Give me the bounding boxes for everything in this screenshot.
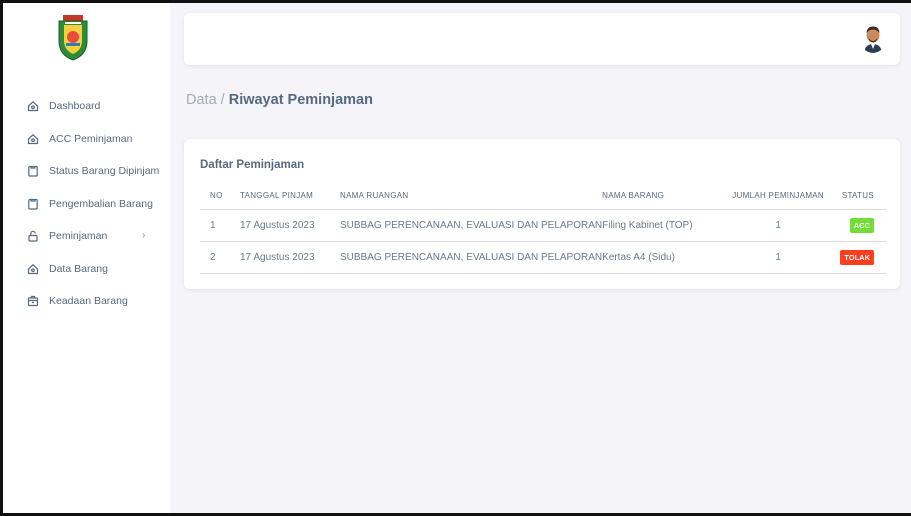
cell-nama-ruangan: SUBBAG PERENCANAAN, EVALUASI DAN PELAPOR…: [340, 241, 603, 274]
cell-tanggal-pinjam: 17 Agustus 2023: [240, 209, 340, 242]
cell-jumlah-peminjaman: 1: [719, 209, 838, 242]
cell-jumlah-peminjaman: 1: [719, 241, 838, 274]
sidebar-item-label: Keadaan Barang: [49, 295, 128, 308]
clipboard-icon: [27, 198, 39, 210]
sidebar-item-pengembalian-barang[interactable]: Pengembalian Barang: [3, 188, 170, 221]
column-header-jumlah-peminjaman: JUMLAH PEMINJAMAN: [719, 183, 838, 210]
cell-nama-barang: Filing Kabinet (TOP): [602, 209, 720, 242]
top-navbar: [184, 13, 900, 65]
loan-history-table: NO TANGGAL PINJAM NAMA RUANGAN NAMA BARA…: [200, 183, 886, 274]
clipboard-icon: [27, 165, 39, 177]
home-icon: [27, 133, 39, 145]
regency-crest-logo[interactable]: [56, 15, 90, 61]
breadcrumb: Data / Riwayat Peminjaman: [186, 92, 373, 108]
main-content: Data / Riwayat Peminjaman Daftar Peminja…: [170, 3, 911, 513]
cell-no: 2: [200, 241, 240, 274]
cell-nama-barang: Kertas A4 (Sidu): [602, 241, 720, 274]
sidebar-menu: Dashboard ACC Peminjaman Status Barang D…: [3, 90, 170, 318]
cell-nama-ruangan: SUBBAG PERENCANAAN, EVALUASI DAN PELAPOR…: [340, 209, 603, 242]
box-icon: [27, 295, 39, 307]
chevron-right-icon: ›: [142, 230, 146, 241]
sidebar-item-dashboard[interactable]: Dashboard: [3, 90, 170, 123]
cell-status: ACC: [837, 209, 886, 242]
home-icon: [27, 100, 39, 112]
cell-status: TOLAK: [837, 241, 886, 274]
cell-tanggal-pinjam: 17 Agustus 2023: [240, 241, 340, 274]
sidebar-item-label: Peminjaman: [49, 230, 108, 243]
column-header-no: NO: [200, 183, 240, 210]
sidebar-item-keadaan-barang[interactable]: Keadaan Barang: [3, 285, 170, 318]
sidebar-item-data-barang[interactable]: Data Barang: [3, 253, 170, 286]
sidebar-item-status-barang-dipinjam[interactable]: Status Barang Dipinjam: [3, 155, 170, 188]
card-title: Daftar Peminjaman: [200, 159, 305, 171]
status-badge: TOLAK: [840, 249, 874, 265]
table-row: 2 17 Agustus 2023 SUBBAG PERENCANAAN, EV…: [200, 241, 886, 274]
sidebar-item-label: Status Barang Dipinjam: [49, 165, 160, 178]
home-icon: [27, 263, 39, 275]
sidebar: Dashboard ACC Peminjaman Status Barang D…: [3, 3, 170, 513]
loan-history-card: Daftar Peminjaman NO TANGGAL PINJAM NAMA…: [184, 139, 900, 289]
column-header-status: STATUS: [837, 183, 886, 210]
column-header-nama-barang: NAMA BARANG: [602, 183, 720, 210]
breadcrumb-parent[interactable]: Data /: [186, 92, 229, 108]
column-header-tanggal-pinjam: TANGGAL PINJAM: [240, 183, 340, 210]
column-header-nama-ruangan: NAMA RUANGAN: [340, 183, 603, 210]
sidebar-item-label: ACC Peminjaman: [49, 132, 133, 145]
table-header-row: NO TANGGAL PINJAM NAMA RUANGAN NAMA BARA…: [200, 183, 886, 210]
table-row: 1 17 Agustus 2023 SUBBAG PERENCANAAN, EV…: [200, 209, 886, 242]
lock-icon: [27, 230, 39, 242]
cell-no: 1: [200, 209, 240, 242]
sidebar-item-label: Data Barang: [49, 262, 108, 275]
sidebar-item-label: Pengembalian Barang: [49, 197, 153, 210]
status-badge: ACC: [849, 217, 874, 233]
user-avatar[interactable]: [860, 25, 886, 53]
sidebar-item-label: Dashboard: [49, 100, 101, 113]
sidebar-item-peminjaman[interactable]: Peminjaman ›: [3, 220, 170, 253]
sidebar-item-acc-peminjaman[interactable]: ACC Peminjaman: [3, 123, 170, 156]
page-title: Riwayat Peminjaman: [228, 92, 373, 108]
